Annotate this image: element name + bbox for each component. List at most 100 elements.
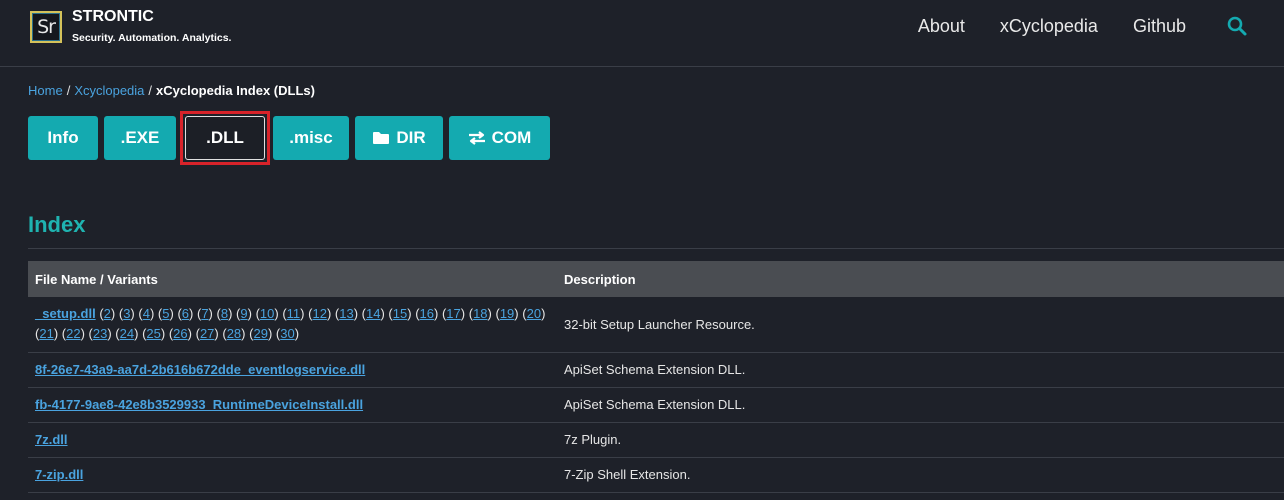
variant-link[interactable]: (28) (219, 326, 245, 341)
variant-link[interactable]: (22) (58, 326, 85, 341)
variant-number[interactable]: 7 (201, 306, 208, 321)
description-cell: ApiSet Schema Extension DLL. (557, 352, 1284, 388)
variant-link[interactable]: (12) (305, 306, 331, 321)
variant-number[interactable]: 13 (339, 306, 353, 321)
variant-link[interactable]: (3) (115, 306, 135, 321)
variant-link[interactable]: (25) (138, 326, 165, 341)
variant-link[interactable]: (7) (193, 306, 213, 321)
variant-link[interactable]: (16) (412, 306, 438, 321)
file-link[interactable]: _setup.dll (35, 306, 96, 321)
file-link[interactable]: 8f-26e7-43a9-aa7d-2b616b672dde_eventlogs… (35, 362, 365, 377)
variant-link[interactable]: (18) (465, 306, 492, 321)
variant-link[interactable]: (14) (358, 306, 385, 321)
variant-number[interactable]: 22 (66, 326, 80, 341)
nav-github-link[interactable]: Github (1133, 14, 1186, 38)
search-icon[interactable] (1226, 15, 1248, 37)
variant-number[interactable]: 4 (143, 306, 150, 321)
breadcrumb-separator: / (148, 83, 153, 98)
variant-number[interactable]: 21 (39, 326, 53, 341)
variant-number[interactable]: 8 (221, 306, 228, 321)
table-row: _setup.dll (2) (3) (4) (5) (6) (7) (8) (… (28, 297, 1284, 353)
variant-link[interactable]: (29) (246, 326, 272, 341)
table-header-row: File Name / Variants Description (28, 261, 1284, 297)
dll-button[interactable]: .DLL (185, 116, 265, 160)
brand-name[interactable]: STRONTIC (72, 8, 231, 26)
exe-button[interactable]: .EXE (104, 116, 176, 160)
variant-link[interactable]: (10) (252, 306, 279, 321)
com-button[interactable]: COM (449, 116, 550, 160)
variant-number[interactable]: 24 (120, 326, 134, 341)
variant-link[interactable]: (9) (232, 306, 252, 321)
variant-number[interactable]: 27 (200, 326, 214, 341)
variant-link[interactable]: (4) (135, 306, 154, 321)
brand-text: STRONTIC Security. Automation. Analytics… (72, 8, 231, 44)
variant-number[interactable]: 18 (473, 306, 487, 321)
variant-number[interactable]: 29 (253, 326, 267, 341)
variant-number[interactable]: 25 (146, 326, 160, 341)
nav-xcyclopedia-link[interactable]: xCyclopedia (1000, 14, 1098, 38)
dir-button[interactable]: DIR (355, 116, 443, 160)
variant-link[interactable]: (2) (99, 306, 115, 321)
variant-link[interactable]: (6) (174, 306, 193, 321)
variant-link[interactable]: (27) (192, 326, 219, 341)
breadcrumb: Home / Xcyclopedia / xCyclopedia Index (… (28, 83, 315, 98)
variant-number[interactable]: 15 (393, 306, 407, 321)
file-link[interactable]: 7-zip.dll (35, 467, 83, 482)
variant-number[interactable]: 6 (182, 306, 189, 321)
description-cell: ApiSet Schema Extension DLL. (557, 387, 1284, 423)
file-cell: 7-zip.dll (28, 457, 557, 493)
nav-about-link[interactable]: About (918, 14, 965, 38)
variant-number[interactable]: 16 (420, 306, 434, 321)
variant-link[interactable]: (30) (272, 326, 299, 341)
misc-button[interactable]: .misc (273, 116, 349, 160)
breadcrumb-home-link[interactable]: Home (28, 83, 63, 98)
table-row: fb-4177-9ae8-42e8b3529933_RuntimeDeviceI… (28, 387, 1284, 423)
variant-link[interactable]: (5) (154, 306, 174, 321)
table-row: 7-zip.dll 7-Zip Shell Extension. (28, 457, 1284, 493)
variant-number[interactable]: 28 (227, 326, 241, 341)
column-header-description: Description (564, 271, 636, 287)
dll-button-highlight: .DLL (180, 111, 270, 165)
variant-link[interactable]: (19) (492, 306, 518, 321)
variant-link[interactable]: (21) (35, 326, 58, 341)
variant-link[interactable]: (15) (385, 306, 411, 321)
variant-link[interactable]: (24) (112, 326, 138, 341)
variant-number[interactable]: 19 (500, 306, 514, 321)
info-button[interactable]: Info (28, 116, 98, 160)
file-link[interactable]: 7z.dll (35, 432, 68, 447)
variant-number[interactable]: 20 (527, 306, 541, 321)
section-divider (28, 248, 1284, 249)
file-link[interactable]: fb-4177-9ae8-42e8b3529933_RuntimeDeviceI… (35, 397, 363, 412)
variant-link[interactable]: (8) (213, 306, 233, 321)
variant-link[interactable]: (20) (519, 306, 545, 321)
com-button-label: COM (491, 128, 532, 147)
file-cell: _setup.dll (2) (3) (4) (5) (6) (7) (8) (… (28, 297, 557, 353)
breadcrumb-current: xCyclopedia Index (DLLs) (156, 83, 315, 98)
brand-logo[interactable]: Sr (30, 11, 62, 43)
description-cell: 7-Zip Shell Extension. (557, 457, 1284, 493)
variant-number[interactable]: 12 (312, 306, 326, 321)
table-row: 7z.dll 7z Plugin. (28, 422, 1284, 458)
file-cell: 8f-26e7-43a9-aa7d-2b616b672dde_eventlogs… (28, 352, 557, 388)
variant-link[interactable]: (17) (438, 306, 465, 321)
variant-number[interactable]: 2 (104, 306, 111, 321)
variant-number[interactable]: 3 (123, 306, 130, 321)
variant-number[interactable]: 23 (93, 326, 107, 341)
file-variants: _setup.dll (2) (3) (4) (5) (6) (7) (8) (… (35, 304, 550, 344)
description-cell: 32-bit Setup Launcher Resource. (557, 297, 1284, 353)
variant-link[interactable]: (23) (85, 326, 112, 341)
top-navbar: Sr STRONTIC Security. Automation. Analyt… (0, 0, 1284, 67)
variant-link[interactable]: (13) (331, 306, 358, 321)
variant-number[interactable]: 9 (240, 306, 247, 321)
variant-number[interactable]: 5 (162, 306, 169, 321)
brand[interactable]: Sr STRONTIC Security. Automation. Analyt… (30, 8, 231, 44)
variant-number[interactable]: 11 (287, 306, 301, 321)
variant-number[interactable]: 30 (280, 326, 294, 341)
variant-number[interactable]: 26 (173, 326, 187, 341)
variant-link[interactable]: (26) (165, 326, 192, 341)
breadcrumb-xcyclopedia-link[interactable]: Xcyclopedia (74, 83, 144, 98)
variant-number[interactable]: 14 (366, 306, 380, 321)
variant-link[interactable]: (11) (279, 306, 304, 321)
variant-number[interactable]: 17 (446, 306, 460, 321)
variant-number[interactable]: 10 (260, 306, 274, 321)
